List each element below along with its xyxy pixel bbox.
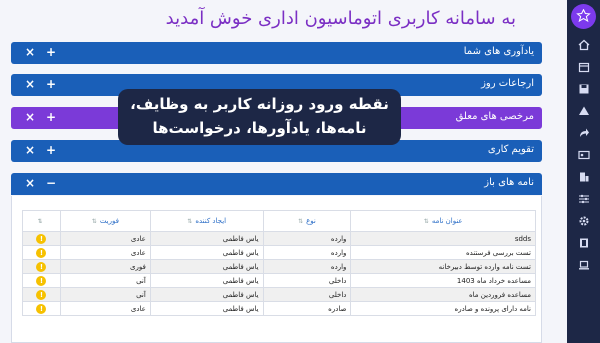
cell-status: !	[22, 259, 61, 274]
save-icon[interactable]	[576, 82, 592, 96]
cell-type: داخلی	[262, 273, 352, 288]
warning-icon[interactable]: !	[36, 247, 47, 258]
column-header-subject[interactable]: عنوان نامه⇅	[350, 210, 536, 232]
cell-priority: عادی	[59, 245, 151, 260]
sort-icon[interactable]: ⇅	[37, 218, 42, 225]
panel-title: ارجاعات روز	[481, 78, 534, 89]
app-logo[interactable]	[571, 4, 596, 29]
warning-icon[interactable]: !	[36, 303, 47, 314]
warning-icon[interactable]: !	[36, 289, 47, 300]
cell-creator: یاس فاطمی	[149, 259, 264, 274]
cell-creator: یاس فاطمی	[149, 231, 264, 246]
cell-priority: آنی	[59, 287, 151, 302]
panel-reminders[interactable]: یادآوری های شما + ×	[11, 42, 542, 64]
close-button[interactable]: ×	[25, 143, 35, 157]
laptop-icon[interactable]	[576, 258, 592, 272]
expand-button[interactable]: +	[46, 45, 56, 59]
forward-icon[interactable]	[576, 126, 592, 140]
table-row[interactable]: تست نامه وارده توسط دبیرخانه وارده یاس ف…	[22, 259, 536, 274]
table-row[interactable]: مساعده فروردین ماه داخلی یاس فاطمی آنی !	[22, 287, 536, 302]
logo-star-icon	[576, 9, 591, 23]
tooltip-line: نامه‌ها، یادآورها، درخواست‌ها	[152, 119, 367, 137]
column-header-label: فوریت	[99, 217, 119, 225]
sort-icon[interactable]: ⇅	[187, 218, 192, 225]
gear-icon[interactable]	[576, 214, 592, 228]
column-header-creator[interactable]: ایجاد کننده⇅	[149, 210, 264, 232]
drive-icon[interactable]	[576, 104, 592, 118]
cell-status: !	[22, 287, 61, 302]
close-button[interactable]: ×	[25, 110, 35, 124]
film-icon[interactable]	[576, 236, 592, 250]
warning-icon[interactable]: !	[36, 233, 47, 244]
cell-status: !	[22, 231, 61, 246]
table-row[interactable]: مساعده خرداد ماه 1403 داخلی یاس فاطمی آن…	[22, 273, 536, 288]
cell-type: صادره	[262, 301, 352, 316]
column-header-label: نوع	[306, 217, 316, 225]
sort-icon[interactable]: ⇅	[92, 218, 97, 225]
home-icon[interactable]	[576, 38, 592, 52]
close-button[interactable]: ×	[25, 77, 35, 91]
table-row[interactable]: تست بررسی فرستنده وارده یاس فاطمی عادی !	[22, 245, 536, 260]
cell-creator: یاس فاطمی	[149, 273, 264, 288]
table-row[interactable]: نامه دارای پرونده و صادره صادره یاس فاطم…	[22, 301, 536, 316]
building-icon[interactable]	[576, 170, 592, 184]
cell-subject: sdds	[350, 231, 536, 246]
table-row[interactable]: sdds وارده یاس فاطمی عادی !	[22, 231, 536, 246]
tooltip-line: نقطه ورود روزانه کاربر به وظایف،	[130, 95, 389, 113]
cell-subject: مساعده خرداد ماه 1403	[350, 273, 536, 288]
panel-title: مرخصی های معلق	[455, 111, 534, 122]
feature-tooltip: نقطه ورود روزانه کاربر به وظایف، نامه‌ها…	[118, 89, 401, 145]
cell-type: وارده	[262, 259, 352, 274]
close-button[interactable]: ×	[25, 176, 35, 190]
panel-title: نامه های باز	[484, 177, 534, 188]
cell-subject: مساعده فروردین ماه	[350, 287, 536, 302]
cell-priority: آنی	[59, 273, 151, 288]
letters-table: عنوان نامه⇅ نوع⇅ ایجاد کننده⇅ فوریت⇅ ⇅ s…	[22, 210, 536, 316]
cell-creator: یاس فاطمی	[149, 287, 264, 302]
cell-status: !	[22, 273, 61, 288]
cell-priority: عادی	[59, 301, 151, 316]
column-header-label: ایجاد کننده	[195, 217, 227, 225]
cell-status: !	[22, 245, 61, 260]
calendar-icon[interactable]	[576, 60, 592, 74]
panel-title: تقویم کاری	[487, 144, 534, 155]
collapse-button[interactable]: −	[46, 176, 56, 190]
expand-button[interactable]: +	[46, 143, 56, 157]
sort-icon[interactable]: ⇅	[424, 218, 429, 225]
id-card-icon[interactable]	[576, 148, 592, 162]
sidebar	[567, 0, 600, 343]
cell-creator: یاس فاطمی	[149, 245, 264, 260]
expand-button[interactable]: +	[46, 110, 56, 124]
panel-title: یادآوری های شما	[463, 46, 534, 57]
column-header-priority[interactable]: فوریت⇅	[59, 210, 151, 232]
column-header-type[interactable]: نوع⇅	[262, 210, 352, 232]
cell-type: داخلی	[262, 287, 352, 302]
warning-icon[interactable]: !	[36, 261, 47, 272]
cell-type: وارده	[262, 231, 352, 246]
cell-subject: تست بررسی فرستنده	[350, 245, 536, 260]
column-header-status[interactable]: ⇅	[22, 210, 61, 232]
cell-subject: تست نامه وارده توسط دبیرخانه	[350, 259, 536, 274]
cell-priority: عادی	[59, 231, 151, 246]
open-letters-body: عنوان نامه⇅ نوع⇅ ایجاد کننده⇅ فوریت⇅ ⇅ s…	[11, 196, 542, 343]
cell-priority: فوری	[59, 259, 151, 274]
sliders-icon[interactable]	[576, 192, 592, 206]
expand-button[interactable]: +	[46, 77, 56, 91]
cell-type: وارده	[262, 245, 352, 260]
cell-creator: یاس فاطمی	[149, 301, 264, 316]
close-button[interactable]: ×	[25, 45, 35, 59]
column-header-label: عنوان نامه	[431, 217, 463, 225]
panel-open-letters[interactable]: نامه های باز − ×	[11, 173, 542, 195]
sort-icon[interactable]: ⇅	[298, 218, 303, 225]
cell-status: !	[22, 301, 61, 316]
table-header-row: عنوان نامه⇅ نوع⇅ ایجاد کننده⇅ فوریت⇅ ⇅	[22, 210, 536, 232]
page-title: به سامانه کاربری اتوماسیون اداری خوش آمد…	[165, 8, 516, 29]
cell-subject: نامه دارای پرونده و صادره	[350, 301, 536, 316]
warning-icon[interactable]: !	[36, 275, 47, 286]
